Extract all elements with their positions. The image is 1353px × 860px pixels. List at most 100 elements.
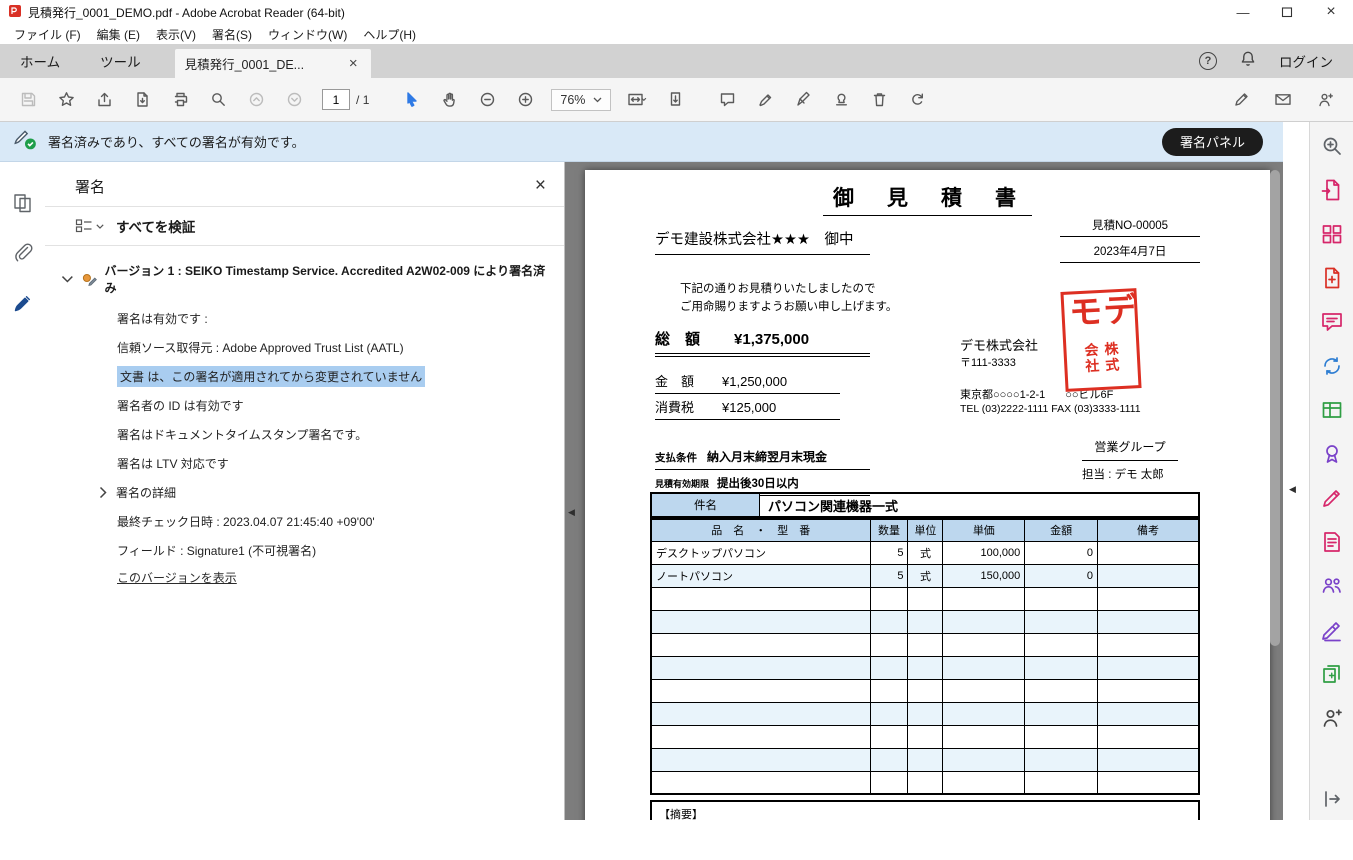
menu-sign[interactable]: 署名(S) xyxy=(204,24,260,44)
field-info-text: フィールド : Signature1 (不可視署名) xyxy=(117,536,550,565)
comment-icon[interactable] xyxy=(711,84,743,116)
collapse-left-panel-icon[interactable]: ◀ xyxy=(565,498,578,526)
tab-document-label: 見積発行_0001_DE... xyxy=(185,54,346,73)
tax-row: 消費税¥125,000 xyxy=(655,397,840,420)
menu-edit[interactable]: 編集 (E) xyxy=(89,24,148,44)
add-user-icon[interactable] xyxy=(1309,84,1341,116)
email-icon[interactable] xyxy=(1267,84,1299,116)
window-title: 見積発行_0001_DEMO.pdf - Adobe Acrobat Reade… xyxy=(28,4,345,21)
signature-details-row[interactable]: 署名の詳細 xyxy=(99,478,550,507)
rotate-icon[interactable] xyxy=(901,84,933,116)
share-icon[interactable] xyxy=(88,84,120,116)
tab-home[interactable]: ホーム xyxy=(0,44,80,78)
scroll-mode-icon[interactable] xyxy=(659,84,691,116)
convert-pdf-icon[interactable] xyxy=(1318,352,1345,379)
caret-down-icon xyxy=(593,97,602,103)
signature-notification-bar: 署名済みであり、すべての署名が有効です。 署名パネル xyxy=(0,122,1283,162)
page-thumbnails-icon[interactable] xyxy=(10,190,36,216)
signature-status: 署名は LTV 対応です xyxy=(117,449,550,478)
tab-document[interactable]: 見積発行_0001_DE... × xyxy=(175,49,371,78)
organize-pages-icon[interactable] xyxy=(1318,220,1345,247)
table-row-empty xyxy=(651,610,1199,633)
print-icon[interactable] xyxy=(164,84,196,116)
delete-icon[interactable] xyxy=(863,84,895,116)
scrollbar-thumb[interactable] xyxy=(1270,170,1280,646)
tab-tools[interactable]: ツール xyxy=(80,44,161,78)
search-tools-icon[interactable] xyxy=(1318,132,1345,159)
next-page-icon[interactable] xyxy=(278,84,310,116)
create-pdf-icon[interactable] xyxy=(1318,264,1345,291)
zoom-out-icon[interactable] xyxy=(471,84,503,116)
menu-view[interactable]: 表示(V) xyxy=(148,24,204,44)
show-version-link[interactable]: このバージョンを表示 xyxy=(117,569,237,586)
collapse-rail-icon[interactable] xyxy=(1318,785,1345,812)
table-row-empty xyxy=(651,587,1199,610)
zoom-in-icon[interactable] xyxy=(509,84,541,116)
create-copy-icon[interactable] xyxy=(1318,660,1345,687)
signature-tree: バージョン 1 : SEIKO Timestamp Service. Accre… xyxy=(45,246,564,586)
signature-status: 署名は有効です : xyxy=(117,304,550,333)
signature-version-label: バージョン 1 : SEIKO Timestamp Service. Accre… xyxy=(105,262,550,296)
vertical-scrollbar[interactable] xyxy=(1268,162,1282,820)
request-signatures-icon[interactable] xyxy=(1318,616,1345,643)
search-icon[interactable] xyxy=(202,84,234,116)
panel-title: 署名 xyxy=(75,176,105,197)
fill-sign-icon[interactable] xyxy=(1318,484,1345,511)
page-export-icon[interactable] xyxy=(126,84,158,116)
menu-help[interactable]: ヘルプ(H) xyxy=(355,24,424,44)
issuer-postal-code: 〒111-3333 xyxy=(960,354,1016,370)
signature-valid-icon xyxy=(12,127,38,156)
add-signer-icon[interactable] xyxy=(1318,704,1345,731)
signature-panel-button[interactable]: 署名パネル xyxy=(1162,128,1263,156)
estimate-date: 2023年4月7日 xyxy=(1060,243,1200,263)
favorite-star-icon[interactable] xyxy=(50,84,82,116)
signature-status: 署名者の ID は有効です xyxy=(117,391,550,420)
toolbar-right-group xyxy=(1225,84,1341,116)
greeting-line: ご用命賜りますようお願い申し上げます。 xyxy=(680,298,897,314)
minimize-button[interactable]: — xyxy=(1221,0,1265,24)
save-icon[interactable] xyxy=(12,84,44,116)
rail-collapse-strip: ◀ xyxy=(1283,122,1309,820)
page-number-input[interactable] xyxy=(322,89,350,110)
validate-all-button[interactable]: すべてを検証 xyxy=(116,216,195,236)
menu-file[interactable]: ファイル (F) xyxy=(6,24,89,44)
collapse-right-panel-icon[interactable]: ◀ xyxy=(1289,484,1296,495)
validate-options-icon[interactable] xyxy=(75,218,104,234)
login-button[interactable]: ログイン xyxy=(1279,51,1333,71)
bell-icon[interactable] xyxy=(1239,50,1257,73)
edit-pdf-icon[interactable] xyxy=(1318,528,1345,555)
close-button[interactable]: × xyxy=(1309,0,1353,24)
menu-window[interactable]: ウィンドウ(W) xyxy=(260,24,355,44)
signatures-panel-icon[interactable] xyxy=(10,290,36,316)
combine-files-icon[interactable] xyxy=(1318,396,1345,423)
ink-sign-icon[interactable] xyxy=(787,84,819,116)
issuer-company-name: デモ株式会社 xyxy=(960,335,1038,354)
items-table: 品 名 ・ 型 番 数量 単位 単価 金額 備考 デスクトップパソコン xyxy=(650,518,1200,795)
hand-tool-icon[interactable] xyxy=(433,84,465,116)
tab-close-icon[interactable]: × xyxy=(346,55,361,72)
last-checked-text: 最終チェック日時 : 2023.04.07 21:45:40 +09'00' xyxy=(117,507,550,536)
fit-width-icon[interactable] xyxy=(621,84,653,116)
stamp-icon[interactable] xyxy=(825,84,857,116)
notification-message: 署名済みであり、すべての署名が有効です。 xyxy=(48,132,1162,151)
panel-close-icon[interactable]: × xyxy=(535,175,546,197)
pen-tool-icon[interactable] xyxy=(1225,84,1257,116)
send-review-icon[interactable] xyxy=(1318,572,1345,599)
highlight-icon[interactable] xyxy=(749,84,781,116)
maximize-button[interactable] xyxy=(1265,0,1309,24)
select-tool-icon[interactable] xyxy=(395,84,427,116)
signature-version-row[interactable]: バージョン 1 : SEIKO Timestamp Service. Accre… xyxy=(61,262,550,296)
tab-bar-right: ? ログイン xyxy=(1199,44,1353,78)
menu-bar: ファイル (F) 編集 (E) 表示(V) 署名(S) ウィンドウ(W) ヘルプ… xyxy=(0,24,1353,44)
help-icon[interactable]: ? xyxy=(1199,52,1217,70)
certificates-icon[interactable] xyxy=(1318,440,1345,467)
previous-page-icon[interactable] xyxy=(240,84,272,116)
page-control: / 1 xyxy=(322,89,369,110)
chevron-down-icon xyxy=(61,275,74,284)
table-row-empty xyxy=(651,656,1199,679)
comment-tool-icon[interactable] xyxy=(1318,308,1345,335)
contact-person: 担当 : デモ 太郎 xyxy=(1082,466,1164,482)
zoom-level-select[interactable]: 76% xyxy=(551,89,611,111)
attachments-icon[interactable] xyxy=(10,240,36,266)
export-pdf-icon[interactable] xyxy=(1318,176,1345,203)
